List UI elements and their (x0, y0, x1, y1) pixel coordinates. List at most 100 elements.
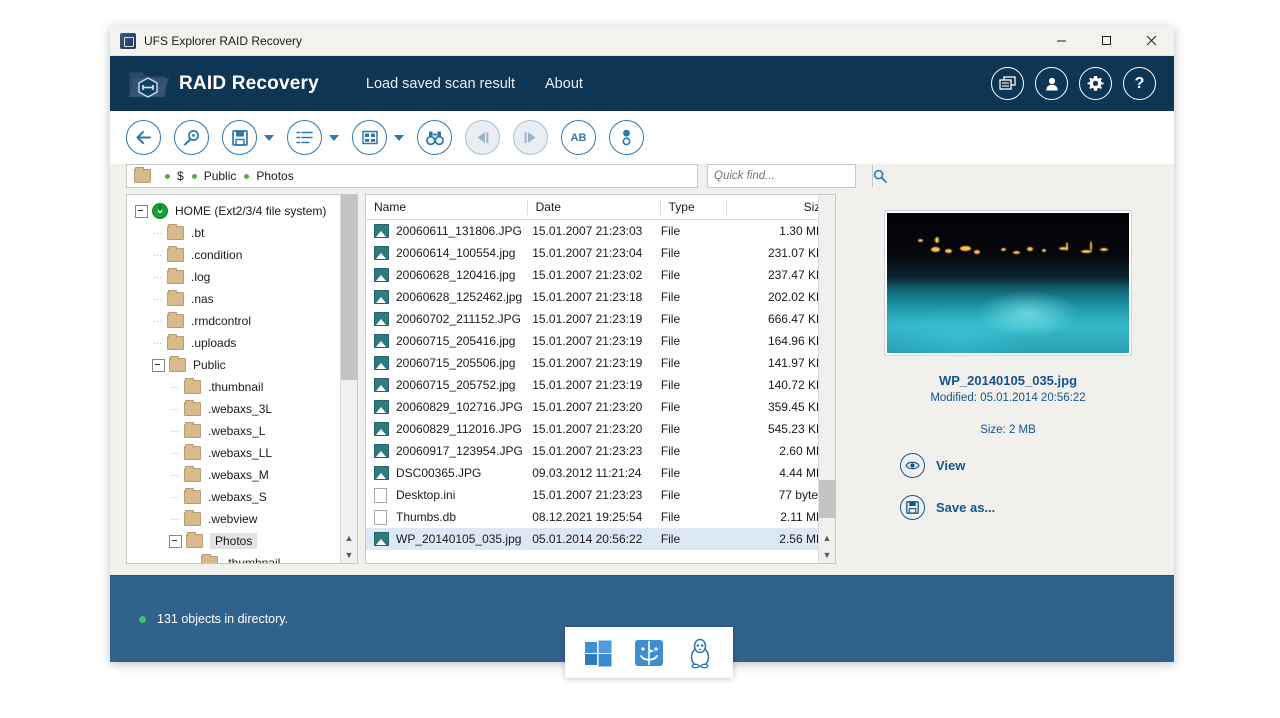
column-header-type[interactable]: Type (661, 199, 727, 215)
nav-load-saved-scan-result[interactable]: Load saved scan result (366, 76, 515, 92)
table-row[interactable]: Desktop.ini 15.01.2007 21:23:23 File 77 byt… (366, 484, 835, 506)
grid-view-button[interactable] (352, 120, 387, 155)
table-row[interactable]: 20060611_131806.JPG 15.01.2007 21:23:03 Fi… (366, 220, 835, 242)
file-list-scroll-up-arrow[interactable]: ▲ (819, 529, 835, 546)
tree-scroll-thumb[interactable] (341, 195, 357, 380)
file-date-cell: 15.01.2007 21:23:20 (532, 400, 643, 414)
list-view-dropdown-caret[interactable] (329, 134, 339, 141)
file-list[interactable]: Name Date Type Size 20060611_131806.JPG 1… (365, 194, 836, 564)
previous-button[interactable] (465, 120, 500, 155)
tree-item-label: .bt (191, 226, 205, 240)
grid-view-dropdown-caret[interactable] (394, 134, 404, 141)
minimize-button[interactable] (1039, 26, 1084, 55)
file-type-cell: File (660, 246, 681, 260)
linux-tux-icon[interactable] (683, 636, 717, 670)
table-row[interactable]: 20060715_205752.jpg 15.01.2007 21:23:19 Fi… (366, 374, 835, 396)
back-button[interactable] (126, 120, 161, 155)
file-list-scroll-down-arrow[interactable]: ▼ (819, 546, 835, 563)
tree-item[interactable]: ⋯ .webaxs_M (127, 464, 357, 486)
tree-scrollbar[interactable]: ▲ ▼ (340, 195, 357, 563)
list-view-button[interactable] (287, 120, 322, 155)
tree-item[interactable]: ⋯ .log (127, 266, 357, 288)
tree-expander-icon[interactable] (152, 358, 165, 372)
tree-item[interactable]: ⋯ .uploads (127, 332, 357, 354)
messages-icon[interactable] (991, 67, 1024, 100)
tree-item[interactable]: ⋯ .webaxs_LL (127, 442, 357, 464)
folder-tree[interactable]: HOME (Ext2/3/4 file system) ⋯ .bt ⋯ .conditi… (126, 194, 358, 564)
breadcrumb[interactable]: $ Public Photos (126, 164, 698, 188)
table-row[interactable]: 20060829_112016.JPG 15.01.2007 21:23:20 Fi… (366, 418, 835, 440)
tree-item[interactable]: ⋯ .webaxs_L (127, 420, 357, 442)
breadcrumb-dot (191, 173, 197, 179)
table-row[interactable]: 20060715_205416.jpg 15.01.2007 21:23:19 Fi… (366, 330, 835, 352)
tree-expander-icon[interactable] (135, 204, 148, 218)
gear-icon[interactable] (1079, 67, 1112, 100)
breadcrumb-item-0[interactable]: $ (165, 169, 192, 183)
save-dropdown-caret[interactable] (264, 134, 274, 141)
file-name: Thumbs.db (396, 510, 457, 524)
table-row[interactable]: 20060917_123954.JPG 15.01.2007 21:23:23 Fi… (366, 440, 835, 462)
tree-item[interactable]: ⋯ .thumbnail (127, 376, 357, 398)
quick-find[interactable] (707, 164, 887, 188)
table-row[interactable]: 20060829_102716.JPG 15.01.2007 21:23:20 Fi… (366, 396, 835, 418)
view-button[interactable]: View (900, 453, 1158, 478)
tree-item[interactable]: ⋯ .rmdcontrol (127, 310, 357, 332)
file-date-cell: 15.01.2007 21:23:19 (532, 312, 643, 326)
tree-item-label: .webaxs_S (208, 490, 267, 504)
table-row[interactable]: 20060614_100554.jpg 15.01.2007 21:23:04 Fi… (366, 242, 835, 264)
next-button[interactable] (513, 120, 548, 155)
table-row[interactable]: 20060628_1252462.jpg 15.01.2007 21:23:18 F… (366, 286, 835, 308)
find-button[interactable] (417, 120, 452, 155)
tree-item[interactable]: ⋯ .webaxs_3L (127, 398, 357, 420)
save-as-button[interactable]: Save as... (900, 495, 1158, 520)
table-row[interactable]: DSC00365.JPG 09.03.2012 11:21:24 File 4.44 … (366, 462, 835, 484)
save-button[interactable] (222, 120, 257, 155)
tree-item[interactable]: ⋯ .thumbnail (127, 552, 357, 563)
table-row[interactable]: 20060715_205506.jpg 15.01.2007 21:23:19 Fi… (366, 352, 835, 374)
file-name: Desktop.ini (396, 488, 456, 502)
file-name-cell: 20060917_123954.JPG (366, 444, 532, 458)
tree-scroll-down-arrow[interactable]: ▼ (341, 546, 357, 563)
macos-finder-icon[interactable] (632, 636, 666, 670)
table-row[interactable]: 20060702_211152.JPG 15.01.2007 21:23:19 Fi… (366, 308, 835, 330)
search-icon[interactable] (872, 165, 887, 187)
table-row[interactable]: Thumbs.db 08.12.2021 19:25:54 File 2.11 MB (366, 506, 835, 528)
file-name: WP_20140105_035.jpg (396, 532, 522, 546)
pin-icon[interactable] (609, 120, 644, 155)
breadcrumb-item-2[interactable]: Photos (244, 169, 301, 183)
application-window: UFS Explorer RAID Recovery RAID Recovery… (110, 26, 1174, 662)
scan-button[interactable] (174, 120, 209, 155)
tree-expander-icon[interactable] (169, 534, 182, 548)
table-row[interactable]: WP_20140105_035.jpg 05.01.2014 20:56:22 Fi… (366, 528, 835, 550)
folder-icon (169, 356, 186, 372)
table-row[interactable]: 20060628_120416.jpg 15.01.2007 21:23:02 Fi… (366, 264, 835, 286)
tree-item[interactable]: HOME (Ext2/3/4 file system) (127, 200, 357, 222)
column-header-name[interactable]: Name (366, 199, 528, 215)
file-list-scroll-thumb[interactable] (819, 480, 835, 518)
user-icon[interactable] (1035, 67, 1068, 100)
breadcrumb-item-1[interactable]: Public (191, 169, 245, 183)
text-encoding-icon[interactable]: AB (561, 120, 596, 155)
tree-item[interactable]: ⋯ .webview (127, 508, 357, 530)
tree-item[interactable]: ⋯ .webaxs_S (127, 486, 357, 508)
file-list-scrollbar[interactable]: ▲ ▼ (818, 195, 835, 563)
column-header-date[interactable]: Date (528, 199, 661, 215)
help-icon[interactable]: ? (1123, 67, 1156, 100)
encoding-label: AB (570, 131, 587, 144)
file-date-cell: 15.01.2007 21:23:19 (532, 334, 643, 348)
tree-item[interactable]: ⋯ .condition (127, 244, 357, 266)
image-file-icon (374, 466, 389, 480)
tree-connector: ⋯ (153, 315, 162, 326)
nav-about[interactable]: About (545, 76, 583, 92)
tree-item[interactable]: ⋯ .bt (127, 222, 357, 244)
windows-icon[interactable] (581, 636, 615, 670)
tree-item[interactable]: ⋯ .nas (127, 288, 357, 310)
tree-scroll-up-arrow[interactable]: ▲ (341, 529, 357, 546)
folder-icon (167, 312, 184, 328)
brand: RAID Recovery (125, 64, 319, 104)
maximize-button[interactable] (1084, 26, 1129, 55)
tree-item[interactable]: Public (127, 354, 357, 376)
search-input[interactable] (708, 169, 872, 183)
close-button[interactable] (1129, 26, 1174, 55)
tree-item[interactable]: Photos (127, 530, 357, 552)
